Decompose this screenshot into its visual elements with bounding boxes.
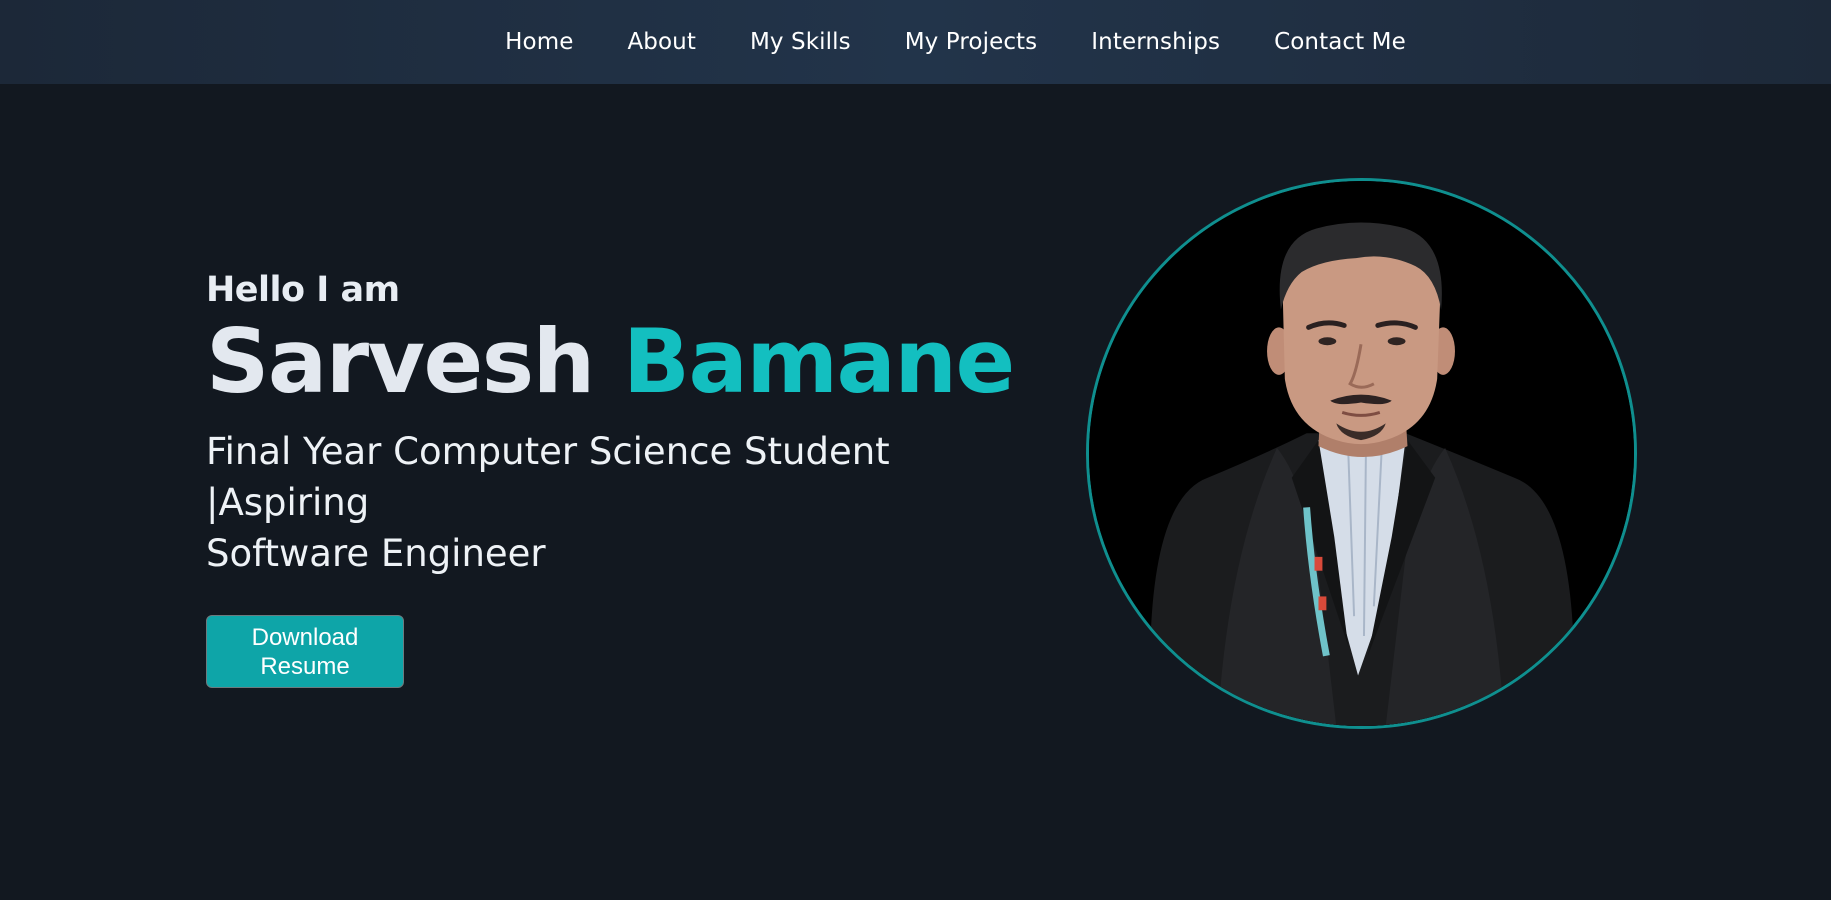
download-button-line-2: Resume xyxy=(260,652,350,680)
nav-link-internships[interactable]: Internships xyxy=(1064,29,1247,55)
hero-first-name: Sarvesh xyxy=(206,310,595,413)
download-resume-button[interactable]: Download Resume xyxy=(206,615,404,689)
nav-list: Home About My Skills My Projects Interns… xyxy=(478,29,1433,55)
hero-last-name: Bamane xyxy=(622,310,1015,413)
hero-name: Sarvesh Bamane xyxy=(206,315,1046,408)
nav-link-home[interactable]: Home xyxy=(478,29,600,55)
top-navbar: Home About My Skills My Projects Interns… xyxy=(0,0,1831,84)
profile-photo xyxy=(1086,178,1637,729)
hero-tagline-line-1: Final Year Computer Science Student |Asp… xyxy=(206,430,890,525)
hero-greeting: Hello I am xyxy=(206,270,400,310)
download-button-line-1: Download xyxy=(251,623,359,651)
nav-link-about[interactable]: About xyxy=(600,29,723,55)
hero-tagline-line-2: Software Engineer xyxy=(206,532,546,576)
nav-link-my-projects[interactable]: My Projects xyxy=(878,29,1065,55)
hero-intro: Hello I am Sarvesh Bamane Final Year Com… xyxy=(206,270,1046,689)
hero-tagline: Final Year Computer Science Student |Asp… xyxy=(206,426,1046,579)
profile-photo-illustration xyxy=(1089,181,1634,726)
nav-link-my-skills[interactable]: My Skills xyxy=(723,29,878,55)
nav-link-contact-me[interactable]: Contact Me xyxy=(1247,29,1433,55)
